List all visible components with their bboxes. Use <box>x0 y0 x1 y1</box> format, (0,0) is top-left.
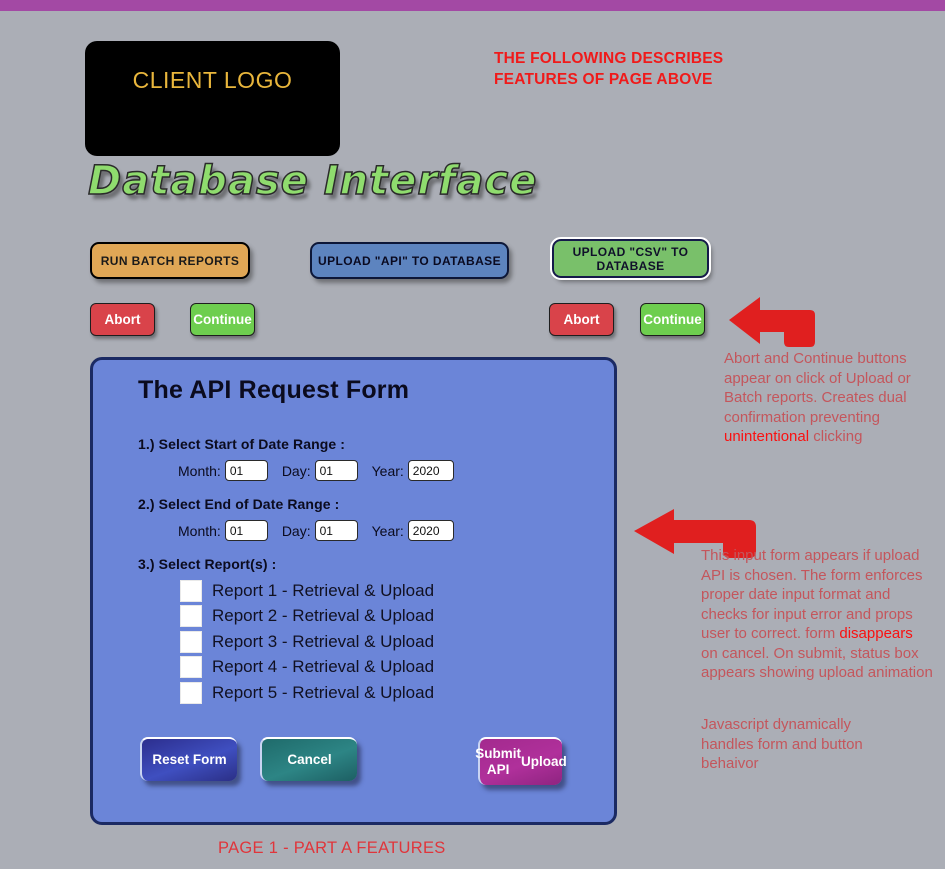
abort-button-batch[interactable]: Abort <box>90 303 155 336</box>
header-note: THE FOLLOWING DESCRIBES FEATURES OF PAGE… <box>494 48 824 90</box>
start-date-row: Month: Day: Year: <box>178 460 454 481</box>
checkbox-icon[interactable] <box>180 681 202 704</box>
report-checkbox-row[interactable]: Report 3 - Retrieval & Upload <box>180 629 434 655</box>
form-step-3-label: 3.) Select Report(s) : <box>138 556 277 572</box>
end-year-label: Year: <box>371 522 404 539</box>
client-logo-label: CLIENT LOGO <box>132 67 293 93</box>
start-month-label: Month: <box>178 462 221 479</box>
end-day-input[interactable] <box>314 520 358 541</box>
start-day-label: Day: <box>281 462 311 479</box>
end-year-input[interactable] <box>407 520 454 541</box>
checkbox-icon[interactable] <box>180 605 202 628</box>
header-note-line-2: FEATURES OF PAGE ABOVE <box>494 71 713 88</box>
top-accent-bar <box>0 0 945 11</box>
api-request-form-panel: The API Request Form 1.) Select Start of… <box>90 357 617 825</box>
end-day-label: Day: <box>281 522 311 539</box>
start-month-input[interactable] <box>224 460 268 481</box>
start-year-input[interactable] <box>407 460 454 481</box>
annotation-text: on cancel. On submit, status box appears… <box>701 644 933 682</box>
cancel-button[interactable]: Cancel <box>260 737 357 781</box>
annotation-javascript: Javascript dynamically handles form and … <box>701 716 863 772</box>
checkbox-icon[interactable] <box>180 656 202 679</box>
footer-caption: PAGE 1 - PART A FEATURES <box>218 839 446 857</box>
start-day-input[interactable] <box>314 460 358 481</box>
end-month-input[interactable] <box>224 520 268 541</box>
report-checkbox-row[interactable]: Report 4 - Retrieval & Upload <box>180 655 434 681</box>
annotation-text: clicking <box>809 428 863 445</box>
submit-api-upload-button[interactable]: Submit API Upload <box>475 737 567 785</box>
left-arrow-icon <box>729 297 815 347</box>
reset-form-button[interactable]: Reset Form <box>140 737 237 781</box>
continue-button-batch[interactable]: Continue <box>190 303 255 336</box>
report-checkbox-row[interactable]: Report 1 - Retrieval & Upload <box>180 578 434 604</box>
start-year-label: Year: <box>371 462 404 479</box>
run-batch-reports-button[interactable]: RUN BATCH REPORTS <box>90 242 250 279</box>
form-step-1-label: 1.) Select Start of Date Range : <box>138 436 346 452</box>
report-checkbox-row[interactable]: Report 2 - Retrieval & Upload <box>180 604 434 630</box>
checkbox-icon[interactable] <box>180 579 202 602</box>
report-checkbox-row[interactable]: Report 5 - Retrieval & Upload <box>180 680 434 706</box>
annotation-input-form: This input form appears if upload API is… <box>701 546 933 683</box>
report-label: Report 4 - Retrieval & Upload <box>212 657 435 677</box>
report-checkbox-list: Report 1 - Retrieval & Upload Report 2 -… <box>180 578 434 706</box>
annotation-abort-continue: Abort and Continue buttons appear on cli… <box>724 349 939 447</box>
form-title: The API Request Form <box>138 376 410 404</box>
continue-button-csv[interactable]: Continue <box>640 303 705 336</box>
form-step-2-label: 2.) Select End of Date Range : <box>138 496 340 512</box>
annotation-highlight: unintentional <box>724 428 810 445</box>
report-label: Report 2 - Retrieval & Upload <box>212 606 435 626</box>
header-note-line-1: THE FOLLOWING DESCRIBES <box>494 50 724 67</box>
submit-label-line-2: Upload <box>521 754 567 769</box>
annotation-text: Abort and Continue buttons appear on cli… <box>724 350 911 426</box>
abort-button-csv[interactable]: Abort <box>549 303 614 336</box>
annotation-highlight: disappears <box>839 625 913 642</box>
end-month-label: Month: <box>178 522 221 539</box>
report-label: Report 3 - Retrieval & Upload <box>212 631 435 651</box>
report-label: Report 5 - Retrieval & Upload <box>212 682 435 702</box>
upload-api-to-database-button[interactable]: UPLOAD "API" TO DATABASE <box>310 242 509 279</box>
client-logo: CLIENT LOGO <box>85 41 340 156</box>
report-label: Report 1 - Retrieval & Upload <box>212 580 435 600</box>
submit-label-line-1: Submit API <box>475 746 521 777</box>
checkbox-icon[interactable] <box>180 630 202 653</box>
upload-csv-to-database-button[interactable]: UPLOAD "CSV" TO DATABASE <box>550 237 711 280</box>
end-date-row: Month: Day: Year: <box>178 520 454 541</box>
page-title: Database Interface <box>87 157 538 205</box>
